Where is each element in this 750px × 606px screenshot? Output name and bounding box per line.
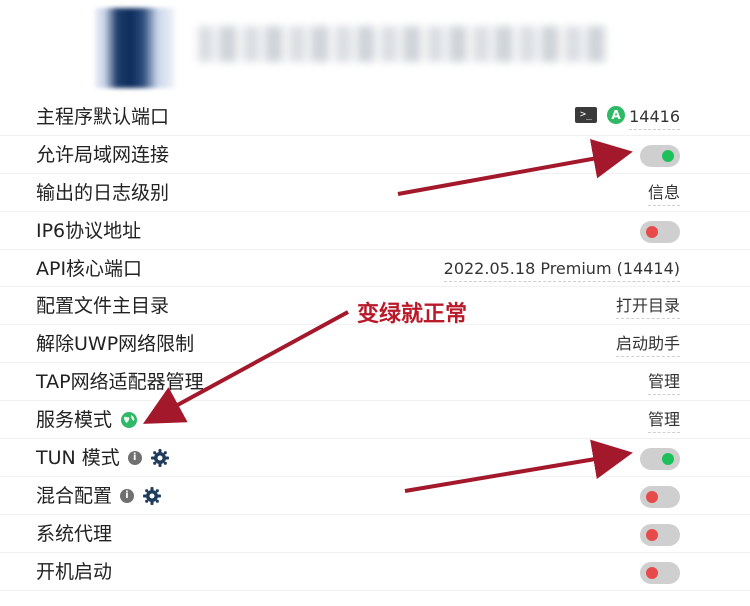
toggle-knob xyxy=(646,490,658,503)
setting-ipv6: IP6协议地址 xyxy=(0,212,750,250)
settings-list: 主程序默认端口 >_ A 14416 允许局域网连接 输出的日志级别 信息 IP… xyxy=(0,98,750,591)
profile-name-blurred xyxy=(198,26,608,62)
service-mode-manage-link[interactable]: 管理 xyxy=(647,408,680,434)
setting-uwp: 解除UWP网络限制 启动助手 xyxy=(0,325,750,364)
auto-port-badge[interactable]: A xyxy=(607,106,625,124)
setting-tun-mode: TUN 模式 i xyxy=(0,439,750,477)
globe-icon[interactable] xyxy=(120,411,138,429)
setting-label: TUN 模式 xyxy=(36,447,120,470)
toggle-knob xyxy=(646,566,658,579)
setting-label: 混合配置 xyxy=(36,484,113,507)
tap-manage-link[interactable]: 管理 xyxy=(647,370,680,396)
port-extras: >_ A xyxy=(575,106,625,124)
setting-label: TAP网络适配器管理 xyxy=(36,371,204,394)
system-proxy-toggle[interactable] xyxy=(640,523,680,546)
setting-api-port: API核心端口 2022.05.18 Premium (14414) xyxy=(0,250,750,288)
setting-label: API核心端口 xyxy=(36,257,143,280)
main-port-value[interactable]: 14416 xyxy=(629,105,680,130)
setting-main-port: 主程序默认端口 >_ A 14416 xyxy=(0,98,750,136)
toggle-knob xyxy=(662,453,674,466)
mixin-toggle[interactable] xyxy=(640,485,680,508)
setting-log-level: 输出的日志级别 信息 xyxy=(0,174,750,212)
setting-label: 开机启动 xyxy=(36,560,113,583)
setting-label: 解除UWP网络限制 xyxy=(36,333,195,356)
setting-label: 允许局域网连接 xyxy=(36,143,170,166)
avatar xyxy=(95,8,175,88)
setting-allow-lan: 允许局域网连接 xyxy=(0,136,750,174)
terminal-icon[interactable]: >_ xyxy=(575,107,597,123)
gear-icon[interactable] xyxy=(150,448,170,468)
profile-header xyxy=(0,0,750,100)
setting-label: 主程序默认端口 xyxy=(36,106,170,128)
setting-label: 配置文件主目录 xyxy=(36,295,170,318)
allow-lan-toggle[interactable] xyxy=(640,144,680,167)
gear-icon[interactable] xyxy=(142,486,162,506)
annotation-text: 变绿就正常 xyxy=(357,302,468,327)
launch-helper-link[interactable]: 启动助手 xyxy=(615,332,680,358)
toggle-knob xyxy=(662,149,674,162)
toggle-knob xyxy=(646,225,658,238)
ipv6-toggle[interactable] xyxy=(640,220,680,243)
info-icon[interactable]: i xyxy=(127,451,142,466)
api-port-value[interactable]: 2022.05.18 Premium (14414) xyxy=(443,257,680,282)
info-icon[interactable]: i xyxy=(120,488,135,503)
setting-autostart: 开机启动 xyxy=(0,553,750,591)
tun-mode-toggle[interactable] xyxy=(640,448,680,471)
log-level-value[interactable]: 信息 xyxy=(647,181,680,206)
setting-tap: TAP网络适配器管理 管理 xyxy=(0,363,750,402)
setting-label: IP6协议地址 xyxy=(36,219,142,242)
setting-label: 服务模式 xyxy=(36,409,113,432)
setting-system-proxy: 系统代理 xyxy=(0,515,750,553)
toggle-knob xyxy=(646,528,658,541)
setting-mixin: 混合配置 i xyxy=(0,477,750,515)
open-directory-link[interactable]: 打开目录 xyxy=(615,294,680,320)
setting-label: 输出的日志级别 xyxy=(36,181,170,204)
setting-label: 系统代理 xyxy=(36,522,113,545)
setting-service-mode: 服务模式 管理 xyxy=(0,401,750,440)
autostart-toggle[interactable] xyxy=(640,561,680,584)
